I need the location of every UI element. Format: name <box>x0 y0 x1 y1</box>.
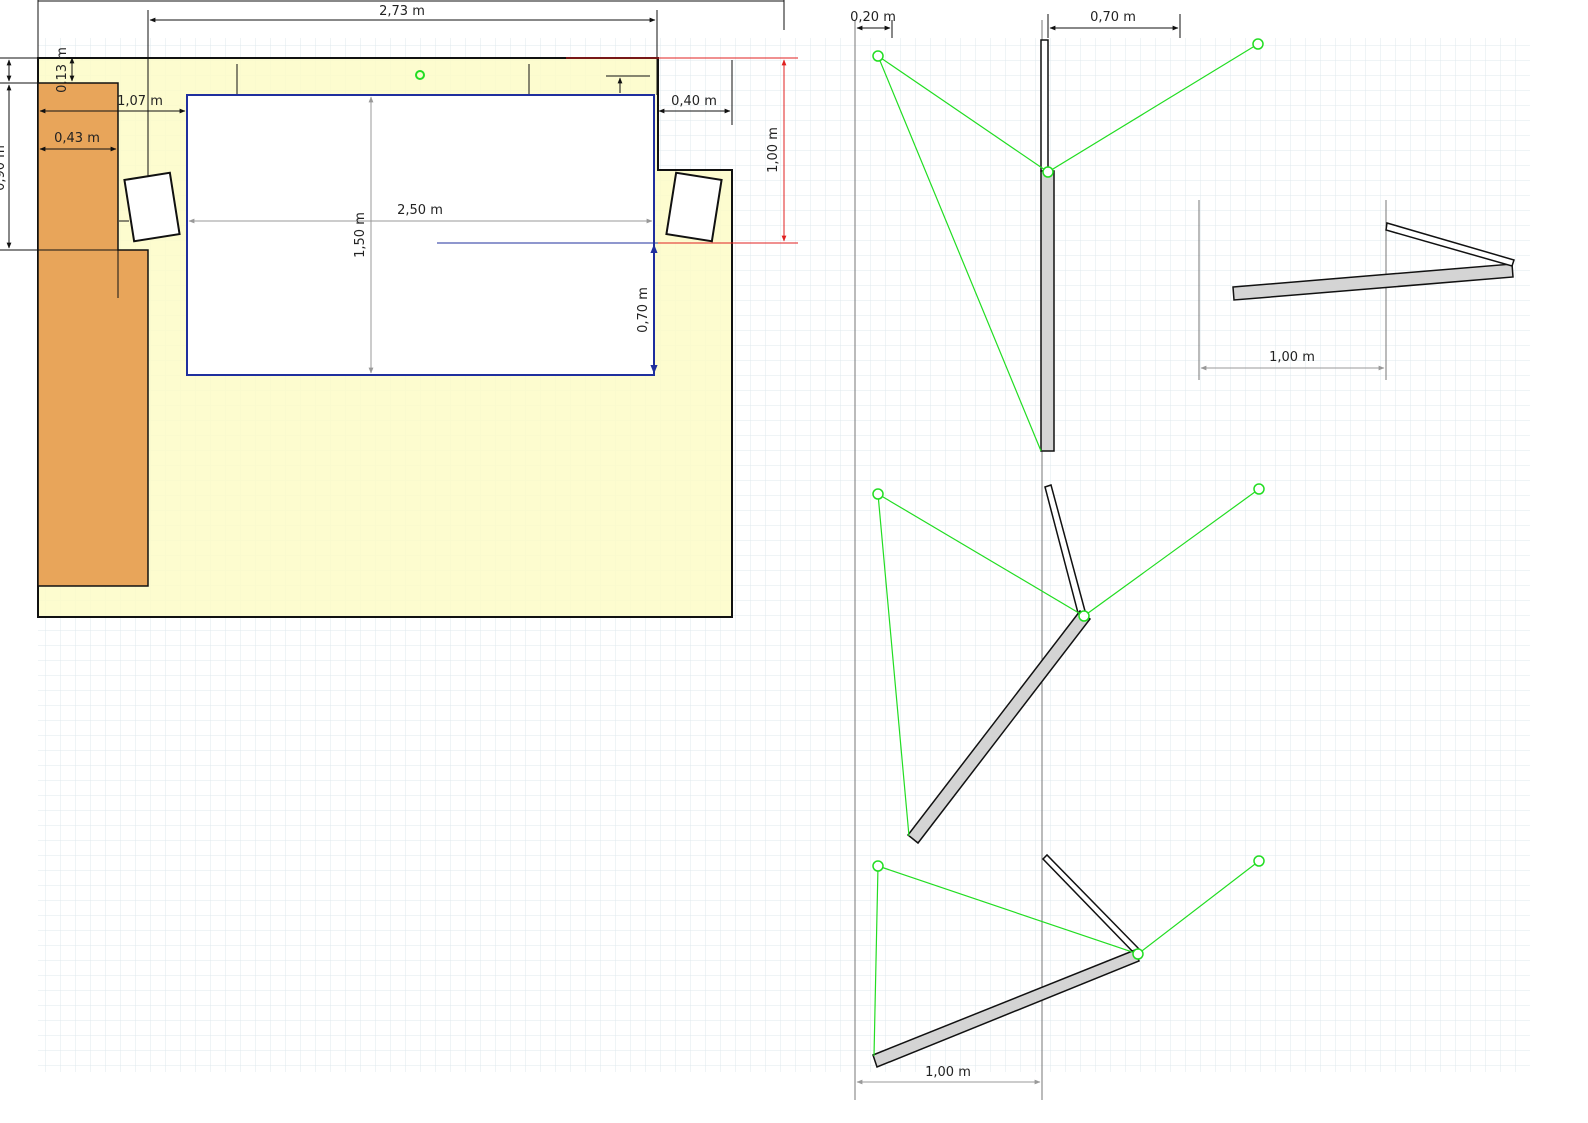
dim-label-shelf-depth: 0,43 m <box>54 131 100 146</box>
pivot-point[interactable] <box>1132 948 1144 960</box>
dim-label-table-width: 2,50 m <box>397 203 443 218</box>
pivot-point[interactable] <box>1078 610 1090 622</box>
chair-right[interactable] <box>665 171 723 243</box>
dim-label-red-height: 1,00 m <box>766 127 781 173</box>
dim-label-offset-left: 0,20 m <box>850 10 896 25</box>
pivot-point[interactable] <box>872 488 884 500</box>
dim-label-left-offset: 1,07 m <box>117 94 163 109</box>
dim-label-table-depth: 1,50 m <box>353 212 368 258</box>
table[interactable] <box>186 94 655 376</box>
drawing-canvas: 2,73 m 0,13 m 0,90 m 1,07 m 0,43 m 0,40 … <box>0 0 1530 1100</box>
dim-label-arm-length: 0,70 m <box>1090 10 1136 25</box>
dim-label-side-length: 1,00 m <box>1269 350 1315 365</box>
pivot-point[interactable] <box>872 860 884 872</box>
lower-panel[interactable] <box>1040 170 1055 452</box>
pivot-point[interactable] <box>1253 483 1265 495</box>
chair-left[interactable] <box>123 171 181 243</box>
dim-label-blue-height: 0,70 m <box>636 287 651 333</box>
dim-label-left-height: 0,90 m <box>0 145 8 191</box>
upper-panel[interactable] <box>1040 39 1049 172</box>
dim-label-inner-width: 2,73 m <box>379 4 425 19</box>
dim-label-right-gap: 0,40 m <box>671 94 717 109</box>
pivot-point[interactable] <box>872 50 884 62</box>
pivot-point[interactable] <box>1253 855 1265 867</box>
pivot-point[interactable] <box>1252 38 1264 50</box>
dim-label-bottom-length: 1,00 m <box>925 1065 971 1080</box>
dim-label-top-offset: 0,13 m <box>55 47 70 93</box>
pivot-point[interactable] <box>1042 166 1054 178</box>
